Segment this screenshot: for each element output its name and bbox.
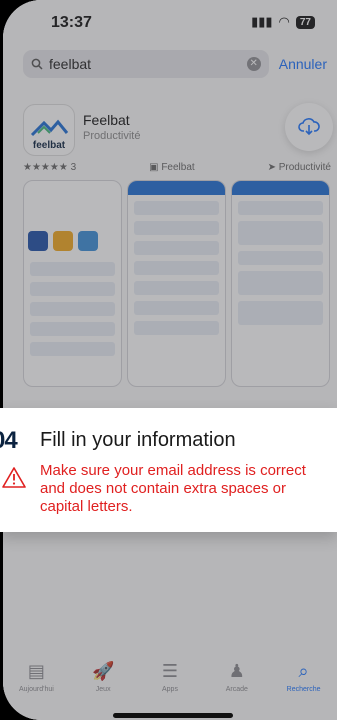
apps-icon: ☰	[161, 660, 179, 681]
tab-games[interactable]: 🚀 Jeux	[73, 660, 133, 720]
search-input[interactable]: feelbat ✕	[23, 50, 269, 78]
screenshot-carousel[interactable]	[23, 180, 337, 387]
step-title: Fill in your information	[40, 429, 236, 451]
screenshot-3[interactable]	[231, 180, 330, 387]
cancel-button[interactable]: Annuler	[279, 56, 327, 72]
status-time: 13:37	[51, 14, 92, 31]
instruction-banner: 04 Fill in your information Make sure yo…	[0, 408, 337, 532]
search-icon	[31, 58, 43, 70]
rocket-icon: 🚀	[91, 660, 115, 681]
tab-apps[interactable]: ☰ Apps	[140, 660, 200, 720]
today-icon: ▤	[27, 660, 45, 681]
signal-icon: ▮▮▮	[251, 14, 273, 29]
download-button[interactable]	[285, 103, 333, 151]
arcade-icon: ♟	[228, 660, 245, 681]
tab-search[interactable]: ⌕ Recherche	[274, 660, 334, 720]
warning-text: Make sure your email address is correct …	[40, 462, 306, 515]
app-store-view: 13:37 ▮▮▮ ◠ 77 feelbat ✕ Annuler feelbat…	[3, 0, 337, 720]
tab-label: Jeux	[95, 686, 111, 693]
developer-name: Feelbat	[161, 162, 195, 173]
step-number: 04	[0, 427, 18, 454]
tab-arcade[interactable]: ♟ Arcade	[207, 660, 267, 720]
rating-count: 3	[70, 162, 77, 173]
clear-search-icon[interactable]: ✕	[246, 57, 261, 71]
phone-screen: 13:37 ▮▮▮ ◠ 77 feelbat ✕ Annuler feelbat…	[3, 0, 337, 720]
app-name[interactable]: Feelbat	[83, 112, 130, 128]
feelbat-logo-icon: feelbat	[30, 119, 69, 151]
screenshot-1[interactable]	[23, 180, 122, 387]
genre-name: Productivité	[278, 162, 331, 173]
wifi-icon: ◠	[278, 14, 290, 29]
genre[interactable]: ➤ Productivité	[268, 162, 331, 173]
tab-label: Recherche	[286, 686, 321, 693]
tab-today[interactable]: ▤ Aujourd'hui	[6, 660, 66, 720]
app-icon-text: feelbat	[33, 140, 66, 151]
battery-icon: 77	[295, 15, 315, 29]
navigation-arrow-icon: ➤	[267, 162, 276, 173]
search-icon: ⌕	[298, 660, 309, 681]
app-icon[interactable]: feelbat	[23, 104, 75, 156]
home-indicator[interactable]	[113, 713, 233, 718]
tab-label: Apps	[162, 686, 178, 693]
search-query: feelbat	[49, 56, 92, 72]
tab-label: Aujourd'hui	[18, 686, 54, 693]
warning-icon	[2, 467, 26, 488]
cloud-download-icon	[298, 118, 320, 136]
tab-bar: ▤ Aujourd'hui 🚀 Jeux ☰ Apps ♟ Arcade ⌕ R…	[3, 660, 337, 720]
tab-label: Arcade	[225, 686, 248, 693]
developer-icon: ▣	[149, 162, 159, 173]
status-indicators: ▮▮▮ ◠ 77	[251, 14, 315, 30]
search-row: feelbat ✕ Annuler	[23, 50, 327, 78]
developer[interactable]: ▣ Feelbat	[149, 162, 195, 173]
app-meta-row: ★★★★★ 3 ▣ Feelbat ➤ Productivité	[23, 162, 331, 173]
screenshot-2[interactable]	[127, 180, 226, 387]
app-category: Productivité	[83, 130, 141, 142]
rating: ★★★★★ 3	[23, 162, 76, 173]
rating-stars-icon: ★★★★★	[23, 162, 68, 173]
